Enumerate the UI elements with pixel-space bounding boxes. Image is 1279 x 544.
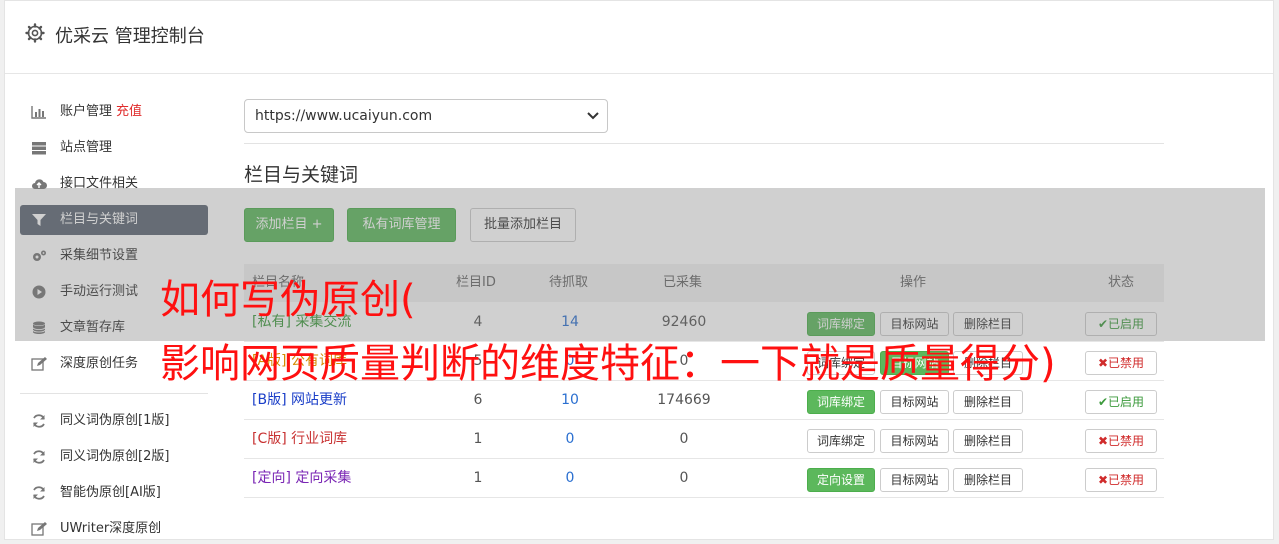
column-id: 1 — [473, 431, 483, 447]
section-title: 栏目与关键词 — [244, 164, 359, 186]
lexicon-bind-button[interactable]: 词库绑定 — [807, 429, 875, 453]
column-id: 1 — [473, 470, 483, 486]
refresh-icon — [33, 450, 45, 464]
sidebar-item-label: UWriter深度原创 — [60, 521, 162, 536]
status-label: 已禁用 — [1108, 434, 1145, 448]
overlay-line-2: 影响网页质量判断的维度特征：一下就是质量得分) — [160, 341, 1056, 387]
status-toggle[interactable]: ✖已禁用 — [1085, 468, 1157, 492]
divider — [244, 143, 1164, 144]
table-row: [C版] 行业词库 1 0 0 词库绑定 目标网站 删除栏目 ✖已禁用 — [244, 420, 1164, 459]
status-label: 已启用 — [1108, 395, 1145, 409]
edit-icon — [31, 357, 47, 371]
page-header: 优采云 管理控制台 — [5, 1, 1273, 74]
pending-count[interactable]: 0 — [540, 420, 600, 459]
recharge-link[interactable]: 充值 — [116, 104, 142, 119]
collected-count: 0 — [679, 470, 689, 486]
sidebar-item-account[interactable]: 账户管理 充值 — [20, 97, 208, 127]
bar-chart-icon — [31, 106, 46, 119]
sidebar-item-label: 深度原创任务 — [60, 356, 139, 371]
sidebar-item-synonym-v1[interactable]: 同义词伪原创[1版] — [20, 406, 208, 436]
delete-column-button[interactable]: 删除栏目 — [953, 429, 1023, 453]
sidebar-item-label: 账户管理 — [60, 104, 113, 119]
sidebar-item-label: 同义词伪原创[1版] — [60, 413, 170, 428]
sidebar-item-synonym-v2[interactable]: 同义词伪原创[2版] — [20, 442, 208, 472]
chevron-down-icon — [587, 112, 599, 120]
overlay-line-1: 如何写伪原创( — [160, 277, 416, 323]
site-select-value: https://www.ucaiyun.com — [255, 108, 433, 124]
sidebar-item-ai-original[interactable]: 智能伪原创[AI版] — [20, 478, 208, 508]
status-toggle[interactable]: ✖已禁用 — [1085, 429, 1157, 453]
table-row: [定向] 定向采集 1 0 0 定向设置 目标网站 删除栏目 ✖已禁用 — [244, 459, 1164, 498]
sidebar-item-label: 智能伪原创[AI版] — [60, 485, 161, 500]
refresh-icon — [33, 414, 45, 428]
edit-icon — [31, 522, 47, 536]
sidebar-item-uwriter[interactable]: UWriter深度原创 — [20, 514, 208, 544]
column-tag: [定向] — [252, 470, 291, 486]
status-label: 已禁用 — [1108, 473, 1145, 487]
server-icon — [32, 142, 46, 155]
column-name-link[interactable]: 定向采集 — [295, 470, 351, 486]
column-tag: [C版] — [252, 431, 287, 447]
sidebar-item-label: 同义词伪原创[2版] — [60, 449, 170, 464]
directed-settings-button[interactable]: 定向设置 — [807, 468, 875, 492]
site-select[interactable]: https://www.ucaiyun.com — [244, 99, 608, 133]
refresh-icon — [33, 486, 45, 500]
pending-count[interactable]: 0 — [540, 459, 600, 498]
gear-icon — [25, 23, 45, 43]
delete-column-button[interactable]: 删除栏目 — [953, 468, 1023, 492]
sidebar-item-label: 站点管理 — [60, 140, 113, 155]
overlay-headline: 如何写伪原创( 影响网页质量判断的维度特征：一下就是质量得分) — [160, 268, 1270, 396]
collected-count: 0 — [679, 431, 689, 447]
page-title: 优采云 管理控制台 — [55, 26, 205, 47]
sidebar-item-sites[interactable]: 站点管理 — [20, 133, 208, 163]
target-site-button[interactable]: 目标网站 — [880, 468, 949, 492]
column-name-link[interactable]: 行业词库 — [291, 431, 347, 447]
target-site-button[interactable]: 目标网站 — [880, 429, 949, 453]
